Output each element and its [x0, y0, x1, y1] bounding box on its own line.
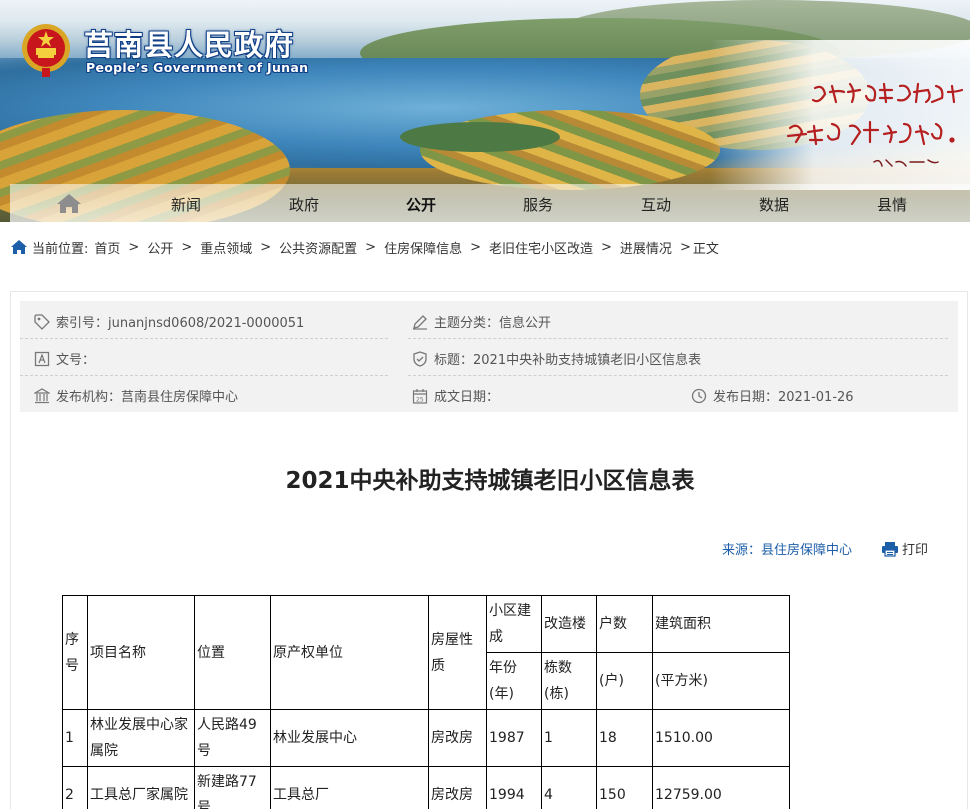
nav-item-public[interactable]: 公开	[391, 194, 451, 215]
tag-icon	[34, 313, 50, 330]
meta-info-box: 索引号：junanjnsd0608/2021-0000051 主题分类：信息公开…	[20, 301, 958, 412]
print-label: 打印	[902, 543, 929, 558]
cell-seq: 2	[62, 766, 88, 809]
document-icon	[34, 351, 50, 366]
clock-icon	[691, 388, 707, 403]
meta-publisher-text: 发布机构：莒南县住房保障中心	[56, 390, 239, 405]
breadcrumb-label: 当前位置:	[32, 241, 89, 257]
cell-seq: 1	[62, 709, 88, 767]
institution-icon	[34, 387, 50, 403]
main-nav: 新闻 政府 公开 服务 互动 数据 县情	[10, 184, 970, 222]
calendar-icon: 25	[412, 388, 428, 404]
calligraphy-quote	[786, 82, 964, 167]
table-row: 2 工具总厂家属院 新建路77号 工具总厂 房改房 1994 4 150 127…	[62, 766, 790, 809]
print-button[interactable]: 打印	[881, 539, 928, 558]
breadcrumb-separator: >	[181, 239, 193, 255]
meta-publisher: 发布机构：莒南县住房保障中心	[34, 386, 238, 405]
header-households: 户数	[596, 595, 653, 653]
cell-project: 工具总厂家属院	[87, 766, 195, 809]
header-buildings: 改造楼	[541, 595, 597, 653]
meta-subject: 标题：2021中央补助支持城镇老旧小区信息表	[412, 349, 701, 368]
cell-area: 12759.00	[652, 766, 790, 809]
breadcrumb-item-current: 正文	[692, 241, 719, 257]
table-header-row: 序号 项目名称 位置 原产权单位 房屋性质 小区建成 改造楼 户数 建筑面积	[62, 595, 790, 710]
breadcrumb-separator: >	[601, 239, 612, 255]
nav-item-data[interactable]: 数据	[744, 194, 804, 215]
meta-publish-date: 发布日期：2021-01-26	[691, 386, 854, 405]
meta-written-date: 25 成文日期：	[412, 386, 499, 405]
cell-project: 林业发展中心家属院	[87, 709, 195, 767]
breadcrumb-item-old-community[interactable]: 老旧住宅小区改造	[489, 238, 593, 257]
breadcrumb-item-key-areas[interactable]: 重点领域	[200, 238, 252, 257]
home-icon[interactable]	[56, 192, 82, 214]
breadcrumb-item-progress[interactable]: 进展情况	[620, 238, 672, 257]
meta-topic-text: 主题分类：信息公开	[434, 316, 552, 331]
breadcrumb-item-public[interactable]: 公开	[147, 238, 173, 257]
breadcrumb-separator: >	[128, 239, 140, 255]
cell-owner: 林业发展中心	[270, 709, 429, 767]
meta-index-no: 索引号：junanjnsd0608/2021-0000051	[34, 312, 304, 331]
cell-households: 18	[596, 709, 653, 767]
header-location: 位置	[194, 595, 271, 710]
nav-item-news[interactable]: 新闻	[156, 194, 216, 215]
header-area-unit: (平方米)	[652, 652, 790, 710]
nav-item-service[interactable]: 服务	[508, 194, 568, 215]
svg-text:25: 25	[416, 396, 424, 403]
header-project: 项目名称	[87, 595, 195, 710]
table-row: 1 林业发展中心家属院 人民路49号 林业发展中心 房改房 1987 1 18 …	[62, 709, 790, 767]
meta-subject-text: 标题：2021中央补助支持城镇老旧小区信息表	[434, 353, 702, 368]
cell-buildings: 1	[541, 709, 597, 767]
cell-location: 新建路77号	[194, 766, 271, 809]
header-built-year-unit: 年份(年)	[486, 652, 542, 710]
cell-year: 1987	[486, 709, 542, 767]
header-seq: 序号	[62, 595, 88, 710]
meta-index-no-text: 索引号：junanjnsd0608/2021-0000051	[56, 316, 305, 331]
header-banner: 莒南县人民政府 People’s Government of Junan 新闻 …	[0, 0, 970, 222]
site-subtitle: People’s Government of Junan	[86, 60, 309, 75]
meta-topic: 主题分类：信息公开	[412, 312, 551, 331]
meta-doc-no-text: 文号：	[56, 353, 96, 368]
breadcrumb-separator: >	[470, 239, 481, 255]
header-owner: 原产权单位	[270, 595, 429, 710]
data-table: 序号 项目名称 位置 原产权单位 房屋性质 小区建成 改造楼 户数 建筑面积 年…	[62, 595, 790, 809]
home-icon	[11, 240, 27, 254]
article-source: 来源：县住房保障中心	[722, 543, 853, 558]
header-built-year: 小区建成	[486, 595, 542, 653]
breadcrumb-separator: >	[260, 239, 272, 255]
cell-households: 150	[596, 766, 653, 809]
cell-nature: 房改房	[428, 709, 487, 767]
breadcrumb: 当前位置: 首页 > 公开 > 重点领域 > 公共资源配置 > 住房保障信息 >…	[10, 237, 719, 257]
nav-item-interaction[interactable]: 互动	[626, 194, 686, 215]
breadcrumb-item-public-resources[interactable]: 公共资源配置	[279, 238, 357, 257]
breadcrumb-item-housing[interactable]: 住房保障信息	[384, 238, 462, 257]
nav-item-government[interactable]: 政府	[274, 194, 334, 215]
cell-owner: 工具总厂	[270, 766, 429, 809]
site-title[interactable]: 莒南县人民政府	[84, 22, 294, 64]
cell-location: 人民路49号	[194, 709, 271, 767]
breadcrumb-separator: >	[679, 239, 691, 255]
national-emblem-icon	[22, 24, 70, 77]
shield-icon	[413, 350, 427, 367]
meta-doc-no: 文号：	[34, 349, 95, 368]
breadcrumb-separator: >	[365, 239, 377, 255]
meta-written-date-text: 成文日期：	[434, 390, 500, 405]
printer-icon	[882, 541, 898, 557]
header-households-unit: (户)	[596, 652, 653, 710]
article-title: 2021中央补助支持城镇老旧小区信息表	[285, 468, 695, 494]
meta-publish-date-text: 发布日期：2021-01-26	[713, 390, 854, 405]
header-buildings-unit: 栋数(栋)	[541, 652, 597, 710]
header-nature: 房屋性质	[428, 595, 487, 710]
nav-item-county-info[interactable]: 县情	[862, 194, 922, 215]
cell-year: 1994	[486, 766, 542, 809]
cell-buildings: 4	[541, 766, 597, 809]
header-area: 建筑面积	[652, 595, 790, 653]
cell-nature: 房改房	[428, 766, 487, 809]
cell-area: 1510.00	[652, 709, 790, 767]
breadcrumb-item-home[interactable]: 首页	[94, 238, 120, 257]
edit-icon	[413, 314, 427, 330]
